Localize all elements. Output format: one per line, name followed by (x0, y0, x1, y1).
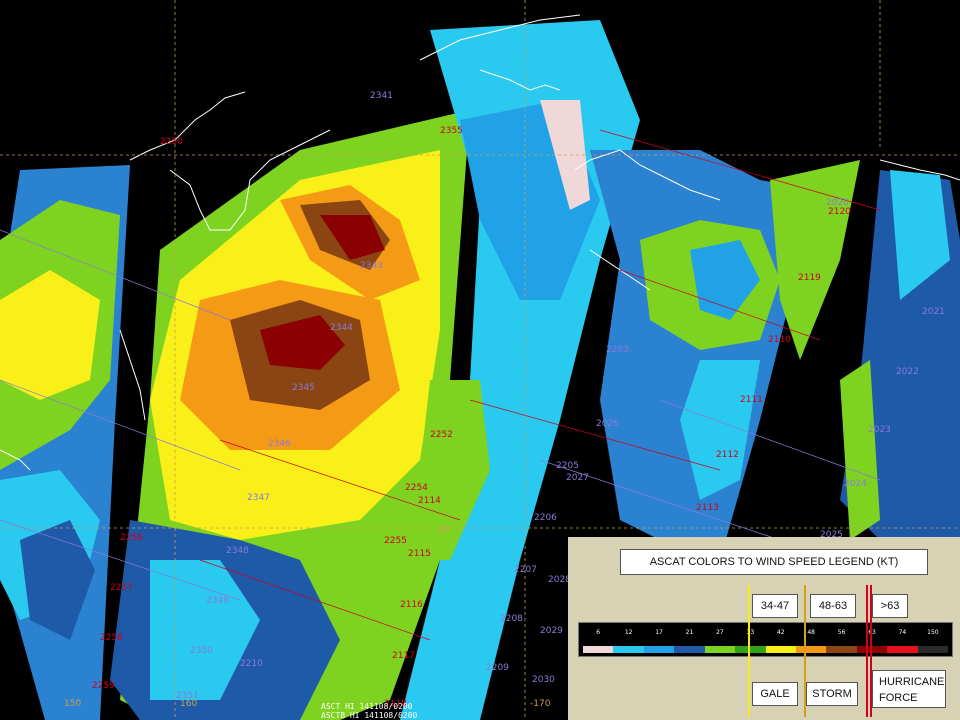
pass-time: 2029 (540, 626, 563, 636)
pass-time: 2206 (534, 513, 557, 523)
pass-time: 2341 (370, 91, 393, 101)
pass-time: 2110 (768, 335, 791, 345)
wind-speed-legend: ASCAT COLORS TO WIND SPEED LEGEND (KT) 3… (568, 537, 960, 720)
pass-time: 2208 (500, 614, 523, 624)
pass-time: 2258 (100, 633, 123, 643)
range-hurricane: >63 (872, 594, 908, 618)
pass-time: 2117 (392, 651, 415, 661)
scale-color-cell (887, 646, 918, 653)
lat-label-40: 40 (438, 525, 450, 535)
pass-time: 2254 (405, 483, 428, 493)
label-hurricane-force: HURRICANE FORCE (872, 670, 946, 708)
pass-time: 2112 (716, 450, 739, 460)
pass-time: 2349 (206, 596, 229, 606)
scale-tick: 27 (716, 629, 724, 636)
pass-time: 2209 (486, 663, 509, 673)
pass-time: 2346 (268, 439, 291, 449)
scale-color-cell (826, 646, 857, 653)
pass-time: 2021 (922, 307, 945, 317)
pass-time: 2344 (330, 323, 353, 333)
scale-colors (583, 646, 949, 653)
pass-time: 2205 (556, 461, 579, 471)
scale-tick: 48 (807, 629, 815, 636)
lon-label-170: -170 (530, 699, 551, 709)
pass-time: 2250 (160, 137, 183, 147)
scale-tick: 12 (624, 629, 633, 636)
pass-time: 2257 (110, 583, 133, 593)
pass-time: 2115 (408, 549, 431, 559)
pass-time: 2111 (740, 395, 763, 405)
color-scale: 6 12 17 21 27 33 42 48 56 63 74 150 (578, 622, 953, 657)
pass-time: 2020 (826, 198, 849, 208)
scale-color-cell (674, 646, 705, 653)
pass-time: 2024 (844, 479, 867, 489)
scale-color-cell (613, 646, 644, 653)
pass-time: 2348 (226, 546, 249, 556)
scale-tick: 33 (746, 629, 755, 636)
footer-line-2: ASCTB HI 141108/0200 (321, 711, 418, 720)
pass-time: 2120 (828, 207, 851, 217)
scale-color-cell (795, 646, 827, 653)
pass-time: 2114 (418, 496, 441, 506)
pass-time: 2203 (606, 345, 629, 355)
pass-time: 2207 (514, 565, 537, 575)
pass-time: 2119 (798, 273, 821, 283)
label-hurricane-line-1: HURRICANE (879, 676, 945, 688)
footer-line-1: ASCT HI 141108/0200 (321, 702, 413, 711)
scale-color-cell (735, 646, 766, 653)
pass-time: 2116 (400, 600, 423, 610)
pass-time: 2113 (696, 503, 719, 513)
scale-tick: 56 (837, 629, 846, 636)
swath-2 (110, 110, 470, 720)
label-gale: GALE (752, 682, 798, 706)
scale-color-cell (917, 646, 949, 653)
pass-time: 2259 (92, 681, 115, 691)
scale-ticks: 6 12 17 21 27 33 42 48 56 63 74 150 (583, 629, 948, 641)
lon-label-160: 160 (180, 699, 197, 709)
range-gale: 34-47 (752, 594, 798, 618)
scale-tick: 21 (685, 629, 694, 636)
label-hurricane-line-2: FORCE (879, 692, 918, 704)
label-storm: STORM (806, 682, 858, 706)
gale-threshold-line (748, 585, 750, 717)
scale-color-cell (765, 646, 796, 653)
pass-time: 2350 (190, 646, 213, 656)
scale-tick: 6 (596, 629, 601, 636)
swath-4 (590, 150, 860, 560)
hurricane-threshold-line (866, 585, 868, 717)
pass-time: 2256 (120, 533, 143, 543)
pass-time: 2347 (247, 493, 270, 503)
range-storm: 48-63 (810, 594, 856, 618)
pass-time: 2026 (596, 419, 619, 429)
scale-tick: 150 (927, 629, 939, 636)
pass-time: 2023 (868, 425, 891, 435)
legend-title: ASCAT COLORS TO WIND SPEED LEGEND (KT) (620, 549, 928, 575)
lon-label-150: 150 (64, 699, 81, 709)
pass-time: 2255 (384, 536, 407, 546)
pass-time: 2252 (430, 430, 453, 440)
pass-time: 2022 (896, 367, 919, 377)
pass-time: 2343 (360, 261, 383, 271)
scale-tick: 42 (776, 629, 785, 636)
pass-time: 2355 (440, 126, 463, 136)
scale-color-cell (643, 646, 675, 653)
scale-color-cell (704, 646, 736, 653)
scale-tick: 17 (655, 629, 663, 636)
scale-color-cell (583, 646, 614, 653)
scale-tick: 74 (898, 629, 907, 636)
pass-time: 2027 (566, 473, 589, 483)
scale-color-cell (856, 646, 888, 653)
pass-time: 2210 (240, 659, 263, 669)
scale-tick: 63 (868, 629, 876, 636)
pass-time: 2345 (292, 383, 315, 393)
pass-time: 2030 (532, 675, 555, 685)
